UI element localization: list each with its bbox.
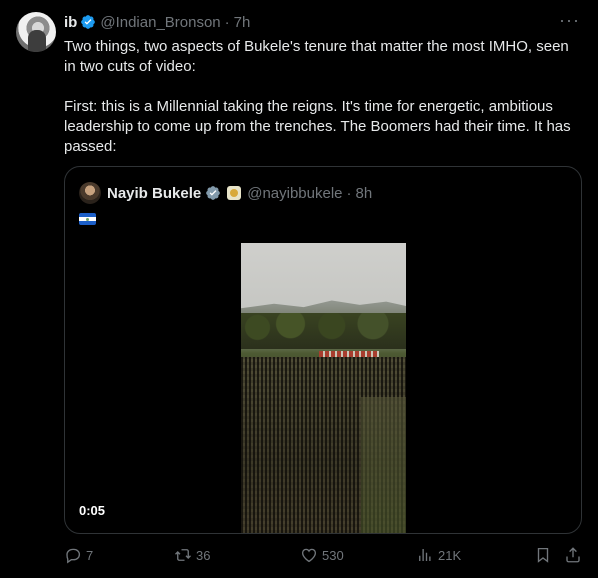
el-salvador-flag-icon: [79, 213, 96, 225]
tweet: ib @Indian_Bronson · 7h ··· Two things, …: [0, 0, 598, 578]
reply-count: 7: [86, 547, 94, 563]
separator-dot: ·: [346, 184, 352, 202]
tweet-text: Two things, two aspects of Bukele's tenu…: [64, 37, 584, 157]
views-chart-icon: [419, 549, 431, 561]
tweet-timestamp[interactable]: 7h: [234, 14, 251, 31]
heart-icon: [301, 548, 317, 563]
views-button[interactable]: 21K: [416, 546, 461, 564]
quoted-author-name: Nayib Bukele: [107, 184, 202, 202]
quoted-author-avatar: [79, 182, 101, 204]
video-frame-troops: [241, 357, 406, 533]
view-count: 21K: [438, 547, 462, 563]
share-icon: [566, 547, 580, 563]
author-avatar[interactable]: [16, 12, 56, 52]
author-handle[interactable]: @Indian_Bronson: [100, 14, 220, 31]
like-count: 530: [322, 547, 344, 563]
quoted-timestamp: 8h: [355, 184, 373, 202]
share-button[interactable]: [564, 546, 586, 564]
government-affiliation-badge-icon: [227, 186, 242, 200]
action-bar: 7 36 530 21K: [64, 546, 584, 566]
bookmark-button[interactable]: [534, 546, 556, 564]
verified-badge-icon: [206, 186, 221, 200]
tweet-header: ib @Indian_Bronson · 7h: [64, 12, 250, 32]
reply-button[interactable]: 7: [64, 546, 93, 564]
quoted-author-handle: @nayibbukele: [247, 184, 343, 202]
separator-dot: ·: [224, 13, 230, 31]
quoted-header: Nayib Bukele @nayibbukele · 8h: [79, 182, 372, 204]
bookmark-icon: [537, 547, 549, 563]
author-name[interactable]: ib: [64, 14, 77, 31]
tweet-paragraph: Two things, two aspects of Bukele's tenu…: [64, 38, 569, 75]
tweet-paragraph: First: this is a Millennial taking the r…: [64, 98, 571, 155]
retweet-icon: [175, 549, 191, 561]
retweet-button[interactable]: 36: [174, 546, 210, 564]
quoted-tweet[interactable]: Nayib Bukele @nayibbukele · 8h 0:05: [64, 166, 582, 534]
like-button[interactable]: 530: [300, 546, 344, 564]
retweet-count: 36: [196, 547, 211, 563]
video-timestamp: 0:05: [79, 503, 106, 518]
verified-badge-icon: [81, 15, 96, 29]
more-options-icon[interactable]: ···: [559, 10, 580, 31]
video-player[interactable]: [241, 243, 406, 533]
reply-icon: [66, 548, 81, 564]
video-frame-trees: [241, 313, 406, 349]
